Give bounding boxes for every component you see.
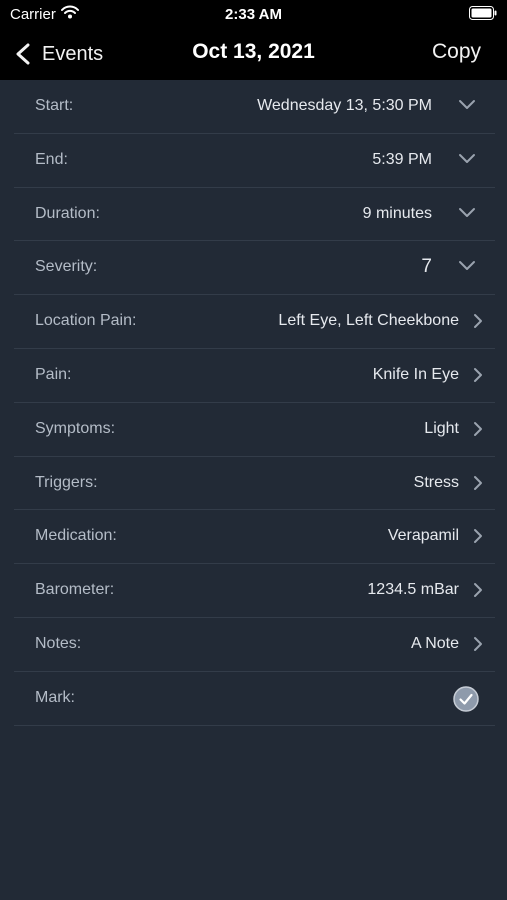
row-mark[interactable]: Mark: [14, 672, 495, 726]
row-value: 5:39 PM [372, 150, 432, 168]
row-label: Barometer: [35, 581, 115, 599]
chevron-down-icon [459, 153, 475, 163]
navigation-bar: Events Oct 13, 2021 Copy [0, 28, 507, 80]
row-triggers[interactable]: Triggers: Stress [14, 457, 495, 511]
row-label: End: [35, 150, 68, 168]
row-severity[interactable]: Severity: 7 [14, 241, 495, 296]
row-medication[interactable]: Medication: Verapamil [14, 510, 495, 565]
row-label: Severity: [35, 258, 98, 276]
row-location-pain[interactable]: Location Pain: Left Eye, Left Cheekbone [14, 295, 495, 349]
chevron-right-icon [474, 421, 482, 436]
chevron-down-icon [459, 100, 475, 109]
status-time: 2:33 AM [225, 6, 282, 23]
row-value: Verapamil [387, 527, 459, 545]
row-value: A Note [410, 634, 459, 652]
chevron-down-icon [459, 261, 475, 271]
row-value: Light [424, 419, 459, 437]
row-value: 7 [421, 256, 432, 278]
back-button[interactable]: Events [14, 39, 103, 69]
status-bar: Carrier 2:33 AM [0, 0, 507, 28]
row-start[interactable]: Start: Wednesday 13, 5:30 PM [14, 80, 495, 134]
copy-button[interactable]: Copy [432, 40, 481, 64]
battery-icon [469, 6, 497, 20]
row-barometer[interactable]: Barometer: 1234.5 mBar [14, 564, 495, 618]
row-pain[interactable]: Pain: Knife In Eye [14, 349, 495, 403]
row-value: 1234.5 mBar [367, 581, 459, 599]
row-end[interactable]: End: 5:39 PM [14, 134, 495, 188]
row-value: Wednesday 13, 5:30 PM [257, 97, 432, 114]
checkmark-circle-icon[interactable] [453, 686, 479, 712]
row-label: Start: [35, 97, 74, 114]
row-label: Location Pain: [35, 312, 137, 330]
chevron-right-icon [474, 636, 482, 651]
row-label: Symptoms: [35, 419, 116, 437]
event-details-list: Start: Wednesday 13, 5:30 PM End: 5:39 P… [0, 80, 507, 726]
back-label: Events [42, 42, 104, 65]
row-label: Medication: [35, 527, 117, 545]
chevron-down-icon [459, 207, 475, 217]
back-chevron-icon [16, 43, 30, 65]
row-notes[interactable]: Notes: A Note [14, 618, 495, 672]
row-symptoms[interactable]: Symptoms: Light [14, 403, 495, 457]
row-label: Pain: [35, 365, 72, 383]
row-value: 9 minutes [362, 204, 432, 222]
row-label: Mark: [35, 688, 75, 706]
row-value: Left Eye, Left Cheekbone [278, 312, 459, 330]
row-value: Knife In Eye [372, 365, 459, 383]
chevron-right-icon [474, 367, 482, 382]
row-duration[interactable]: Duration: 9 minutes [14, 188, 495, 242]
chevron-right-icon [474, 583, 482, 598]
row-value: Stress [413, 473, 459, 491]
chevron-right-icon [474, 529, 482, 544]
row-label: Duration: [35, 204, 100, 222]
chevron-right-icon [474, 475, 482, 490]
row-label: Notes: [35, 634, 82, 652]
chevron-right-icon [474, 314, 482, 329]
row-label: Triggers: [35, 473, 98, 491]
